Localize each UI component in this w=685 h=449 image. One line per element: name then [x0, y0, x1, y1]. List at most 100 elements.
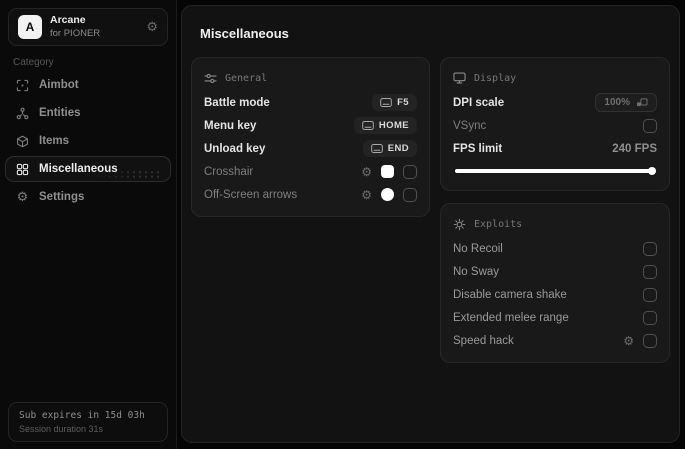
display-card: Display DPI scale 100% VSync FPS limit 2… [440, 57, 670, 191]
exploits-card-header: Exploits [453, 212, 657, 236]
keybind-button[interactable]: F5 [372, 94, 417, 111]
scale-icon [636, 97, 648, 108]
setting-row-vsync: VSync [453, 114, 657, 137]
gear-icon[interactable]: ⚙ [361, 189, 372, 201]
display-card-header: Display [453, 66, 657, 90]
sidebar-item-settings[interactable]: ⚙ Settings [5, 184, 171, 210]
setting-label: Menu key [204, 119, 257, 132]
general-card: General Battle mode F5 Menu key HOME Unl… [191, 57, 430, 217]
keyboard-icon [370, 144, 383, 153]
dpi-scale-select[interactable]: 100% [595, 93, 657, 112]
setting-row-crosshair: Crosshair ⚙ [204, 160, 417, 183]
setting-row-extended-melee-range: Extended melee range [453, 306, 657, 329]
dpi-scale-value: 100% [604, 97, 630, 108]
setting-row-dpi-scale: DPI scale 100% [453, 91, 657, 114]
gear-icon: ⚙ [16, 189, 29, 205]
setting-label: Battle mode [204, 96, 270, 109]
setting-row-speed-hack: Speed hack ⚙ [453, 329, 657, 352]
vsync-checkbox[interactable] [643, 118, 657, 133]
setting-row-battle-mode: Battle mode F5 [204, 91, 417, 114]
cube-icon [15, 135, 30, 148]
card-columns: General Battle mode F5 Menu key HOME Unl… [191, 57, 670, 363]
exploits-card-title: Exploits [474, 218, 523, 230]
row-controls: ⚙ [623, 333, 657, 348]
keybind-value: F5 [397, 97, 409, 108]
sliders-icon [204, 73, 217, 84]
bug-icon [453, 218, 466, 231]
color-swatch[interactable] [381, 188, 394, 201]
offscreen-arrows-checkbox[interactable] [403, 187, 417, 202]
sidebar-item-label: Aimbot [39, 79, 79, 91]
setting-label: Extended melee range [453, 311, 569, 324]
row-controls: ⚙ [361, 164, 417, 179]
setting-row-disable-camera-shake: Disable camera shake [453, 283, 657, 306]
setting-row-menu-key: Menu key HOME [204, 114, 417, 137]
subscription-card: Sub expires in 15d 03h Session duration … [8, 402, 168, 442]
color-swatch[interactable] [381, 165, 394, 178]
keybind-button[interactable]: END [362, 140, 417, 157]
main-panel: Miscellaneous General Battle mode F5 Men… [181, 5, 680, 443]
keyboard-icon [380, 98, 392, 107]
setting-label: Crosshair [204, 165, 254, 178]
keyboard-icon [362, 121, 374, 130]
setting-label: Off-Screen arrows [204, 188, 298, 201]
disable-camera-shake-checkbox[interactable] [643, 287, 657, 302]
sidebar-nav: Aimbot Entities Items Miscellaneous ⚙ Se… [5, 72, 171, 212]
sidebar-item-entities[interactable]: Entities [5, 100, 171, 126]
app-meta: Arcane for PIONER [50, 14, 100, 40]
app-window: A Arcane for PIONER ⚙ Category Aimbot En… [0, 0, 685, 449]
page-title: Miscellaneous [200, 26, 289, 41]
molecule-icon [15, 107, 30, 120]
no-recoil-checkbox[interactable] [643, 241, 657, 256]
app-logo: A [18, 15, 42, 39]
setting-row-no-sway: No Sway [453, 260, 657, 283]
app-name: Arcane [50, 14, 86, 26]
session-duration-text: Session duration 31s [19, 424, 104, 434]
setting-row-unload-key: Unload key END [204, 137, 417, 160]
no-sway-checkbox[interactable] [643, 264, 657, 279]
header-gear-icon[interactable]: ⚙ [146, 21, 158, 34]
setting-label: No Recoil [453, 242, 503, 255]
crosshair-checkbox[interactable] [403, 164, 417, 179]
keybind-button[interactable]: HOME [353, 117, 417, 134]
fps-slider-knob[interactable] [648, 167, 656, 175]
fps-limit-value: 240 FPS [612, 142, 657, 155]
sidebar-item-label: Miscellaneous [39, 163, 118, 175]
keybind-value: HOME [378, 120, 409, 131]
setting-row-offscreen-arrows: Off-Screen arrows ⚙ [204, 183, 417, 206]
setting-row-no-recoil: No Recoil [453, 237, 657, 260]
crosshair-scan-icon [15, 79, 30, 92]
setting-label: No Sway [453, 265, 500, 278]
setting-label: Speed hack [453, 334, 514, 347]
sidebar: A Arcane for PIONER ⚙ Category Aimbot En… [0, 0, 177, 449]
sidebar-item-aimbot[interactable]: Aimbot [5, 72, 171, 98]
monitor-icon [453, 72, 466, 84]
grid-icon [15, 163, 30, 176]
setting-label: VSync [453, 119, 487, 132]
gear-icon[interactable]: ⚙ [361, 166, 372, 178]
gear-icon[interactable]: ⚙ [623, 335, 634, 347]
app-header-card: A Arcane for PIONER ⚙ [8, 8, 168, 46]
general-card-header: General [204, 66, 417, 90]
app-subtitle: for PIONER [50, 27, 101, 39]
setting-label: Unload key [204, 142, 266, 155]
speed-hack-checkbox[interactable] [643, 333, 657, 348]
category-label: Category [13, 57, 54, 68]
sub-expires-text: Sub expires in 15d 03h [19, 410, 145, 421]
sidebar-item-miscellaneous[interactable]: Miscellaneous [5, 156, 171, 182]
display-card-title: Display [474, 72, 517, 84]
row-controls: ⚙ [361, 187, 417, 202]
extended-melee-range-checkbox[interactable] [643, 310, 657, 325]
setting-row-fps-limit: FPS limit 240 FPS [453, 137, 657, 160]
sidebar-item-items[interactable]: Items [5, 128, 171, 154]
fps-limit-slider[interactable] [455, 167, 656, 175]
sidebar-item-label: Entities [39, 107, 81, 119]
right-column: Display DPI scale 100% VSync FPS limit 2… [440, 57, 670, 363]
setting-label: DPI scale [453, 96, 505, 109]
general-card-title: General [225, 72, 268, 84]
exploits-card: Exploits No Recoil No Sway Disable camer… [440, 203, 670, 363]
sidebar-item-label: Settings [39, 191, 85, 203]
setting-label: FPS limit [453, 142, 503, 155]
keybind-value: END [387, 143, 409, 154]
setting-label: Disable camera shake [453, 288, 567, 301]
